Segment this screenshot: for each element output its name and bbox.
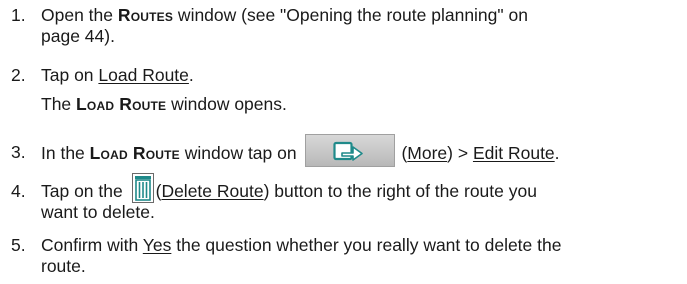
trash-icon <box>131 173 154 204</box>
step-number: 2. <box>11 65 26 85</box>
text-segment: In the <box>41 143 90 164</box>
step-text: Open the Routes window (see "Opening the… <box>41 5 681 47</box>
text-segment: window (see "Opening the route planning"… <box>173 5 528 25</box>
text-segment: Confirm with <box>41 235 143 255</box>
step-result-text: The Load Route window opens. <box>41 94 681 115</box>
text-segment: Tap on the <box>41 181 128 201</box>
window-name: Load Route <box>89 143 180 164</box>
step-number: 5. <box>11 235 26 255</box>
window-name: Load Route <box>76 94 167 114</box>
text-segment: window opens. <box>166 94 287 114</box>
text-segment: ) > <box>447 143 473 164</box>
delete-route-link[interactable]: Delete Route <box>161 181 263 201</box>
text-segment: route. <box>41 256 86 276</box>
text-segment: Open the <box>41 5 118 25</box>
step-text: Tap on the (Delete Route) button to the … <box>41 173 681 223</box>
text-segment: . <box>554 143 560 164</box>
load-route-link[interactable]: Load Route <box>98 65 189 85</box>
step-number: 3. <box>11 142 26 162</box>
text-segment: window tap on <box>179 143 302 164</box>
window-name: Routes <box>117 5 174 25</box>
delete-route-button[interactable] <box>131 173 154 204</box>
text-segment: Tap on <box>41 65 99 85</box>
more-button[interactable] <box>305 134 396 167</box>
step-number: 1. <box>11 5 26 25</box>
edit-route-link[interactable]: Edit Route <box>473 143 555 163</box>
step-text: Tap on Load Route. <box>41 65 681 86</box>
text-segment: the question whether you really want to … <box>171 235 562 255</box>
text-segment: want to delete. <box>41 202 155 222</box>
text-segment: ) button to the right of the route you <box>263 181 537 201</box>
yes-link[interactable]: Yes <box>143 235 172 255</box>
more-arrow-icon <box>333 141 364 161</box>
step-text: Confirm with Yes the question whether yo… <box>41 235 681 277</box>
more-link[interactable]: More <box>407 143 447 163</box>
text-segment: . <box>188 65 194 85</box>
step-text: In the Load Route window tap on (More) >… <box>41 134 681 167</box>
step-number: 4. <box>11 181 26 201</box>
text-segment: The <box>41 94 77 114</box>
text-segment: page 44). <box>41 26 115 46</box>
